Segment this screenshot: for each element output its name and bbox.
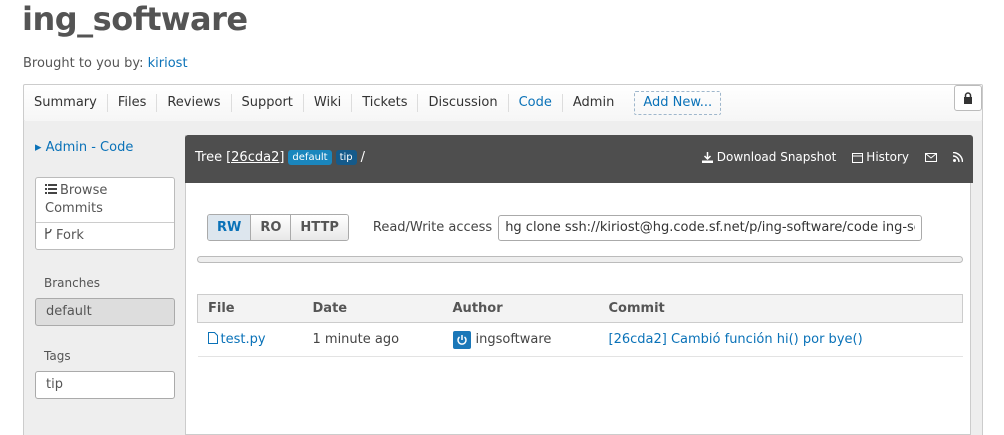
table-header-row: File Date Author Commit [197,294,963,323]
header-actions: Download Snapshot History [686,150,963,164]
access-label: Read/Write access [372,220,493,235]
browse-commits-link[interactable]: Browse Commits [36,178,174,222]
commit-hash-link[interactable]: [26cda2] [226,150,284,165]
sidebar: ▸ Admin - Code Browse Commits Fork Branc… [24,121,184,435]
admin-code-link[interactable]: ▸ Admin - Code [35,140,133,155]
divider-bar [197,256,963,263]
tree-title: Tree [26cda2] default tip / [195,150,365,165]
download-snapshot-button[interactable]: Download Snapshot [701,150,837,164]
author-cell: ingsoftware [442,322,599,357]
tree-label: Tree [195,150,223,165]
file-cell[interactable]: test.py [197,322,303,357]
col-commit[interactable]: Commit [598,294,963,323]
code-panel: Tree [26cda2] default tip / Download Sna… [185,135,973,435]
calendar-icon [852,152,864,163]
col-author[interactable]: Author [442,294,599,323]
owner-link[interactable]: kiriost [148,56,188,71]
col-date[interactable]: Date [302,294,443,323]
brought-by: Brought to you by: kiriost [23,56,188,71]
rw-button[interactable]: RW [208,215,251,240]
tree-path: / [360,150,366,165]
date-cell: 1 minute ago [302,322,443,357]
project-title: ing_software [22,0,248,38]
clone-command-input[interactable] [498,214,923,241]
badge-default: default [288,150,332,165]
sidebar-actions: Browse Commits Fork [35,177,175,250]
nav-code[interactable]: Code [509,94,563,112]
envelope-icon [925,152,937,162]
download-icon [701,151,713,163]
rss-icon [953,152,963,162]
fork-label: Fork [56,228,84,243]
col-file[interactable]: File [197,294,303,323]
tag-tip[interactable]: tip [35,371,175,399]
file-table: File Date Author Commit test.py 1 minute… [197,294,963,357]
branch-default[interactable]: default [35,298,175,326]
history-button[interactable]: History [852,150,909,164]
history-label: History [866,150,909,164]
nav-summary[interactable]: Summary [24,94,108,112]
download-snapshot-label: Download Snapshot [716,150,837,164]
email-button[interactable] [925,152,937,162]
ro-button[interactable]: RO [250,215,291,240]
nav-admin[interactable]: Admin [563,94,624,112]
brought-by-label: Brought to you by: [23,56,144,71]
tags-label: Tags [44,349,71,363]
nav-discussion[interactable]: Discussion [418,94,509,112]
fork-icon [45,228,52,239]
file-name-link[interactable]: test.py [221,332,266,347]
commit-cell: [26cda2] Cambió función hi() por bye() [598,322,963,357]
clone-row: RW RO HTTP Read/Write access [207,214,923,241]
branches-label: Branches [44,276,100,290]
http-button[interactable]: HTTP [290,215,348,240]
nav-tickets[interactable]: Tickets [352,94,419,112]
avatar[interactable] [452,330,471,349]
nav-support[interactable]: Support [232,94,304,112]
protocol-buttons: RW RO HTTP [207,214,349,241]
nav-wiki[interactable]: Wiki [304,94,353,112]
main-area: ▸ Admin - Code Browse Commits Fork Branc… [23,121,983,435]
tree-header: Tree [26cda2] default tip / Download Sna… [185,135,973,183]
nav-reviews[interactable]: Reviews [157,94,232,112]
nav-files[interactable]: Files [108,94,158,112]
add-new-button[interactable]: Add New... [634,91,722,115]
author-name: ingsoftware [475,332,552,347]
project-nav: Summary Files Reviews Support Wiki Ticke… [23,84,983,122]
list-icon [45,184,57,194]
fork-link[interactable]: Fork [36,222,174,249]
file-icon [207,332,218,344]
commit-link[interactable]: [26cda2] Cambió función hi() por bye() [609,332,863,347]
power-icon [456,334,467,345]
badge-tip: tip [335,150,357,165]
table-row: test.py 1 minute ago ingsoftware [26cda2… [197,322,963,357]
lock-icon [964,92,972,104]
rss-button[interactable] [953,152,963,162]
lock-button[interactable] [954,85,982,111]
